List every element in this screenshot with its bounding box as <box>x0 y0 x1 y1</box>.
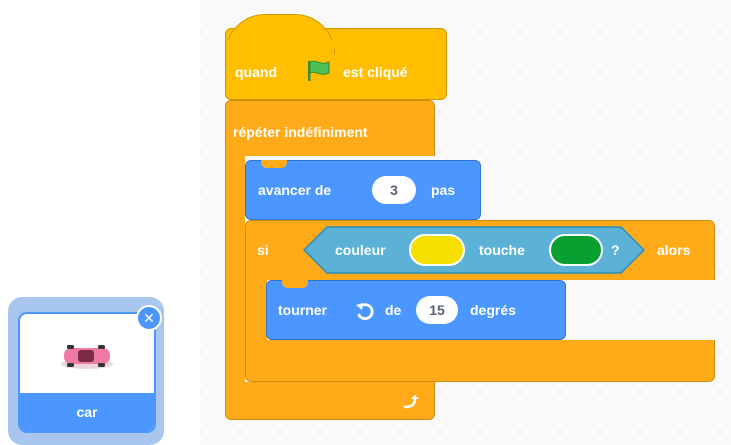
turn-degrees-input[interactable]: 15 <box>416 296 458 324</box>
sprite-name: car <box>20 393 154 431</box>
turn-left-block[interactable]: tourner de 15 degrés <box>266 280 566 340</box>
sprite-card[interactable]: car <box>18 312 156 433</box>
turn-middle: de <box>385 302 402 318</box>
when-flag-clicked-block[interactable]: quand est cliqué <box>225 14 447 100</box>
event-suffix: est cliqué <box>343 64 408 80</box>
if-suffix: alors <box>657 242 691 258</box>
sensing-suffix: ? <box>611 242 620 258</box>
sprite-tile[interactable]: car ✕ <box>8 297 164 445</box>
touching-color-block[interactable]: couleur touche ? <box>303 226 645 274</box>
sensing-middle: touche <box>479 242 525 258</box>
move-steps-block[interactable]: avancer de 3 pas <box>245 160 481 220</box>
rotate-left-icon <box>356 303 374 320</box>
move-prefix: avancer de <box>258 182 332 198</box>
move-steps-input[interactable]: 3 <box>372 176 416 204</box>
forever-label: répéter indéfiniment <box>233 124 368 140</box>
move-suffix: pas <box>431 182 456 198</box>
sensing-prefix: couleur <box>335 242 386 258</box>
turn-prefix: tourner <box>278 302 327 318</box>
event-prefix: quand <box>235 64 277 80</box>
close-icon[interactable]: ✕ <box>136 305 162 331</box>
turn-suffix: degrés <box>470 302 516 318</box>
car-sprite-thumbnail <box>61 345 113 369</box>
color-one-swatch[interactable] <box>409 234 465 266</box>
color-two-swatch[interactable] <box>549 234 603 266</box>
green-flag-icon <box>308 60 330 81</box>
if-prefix: si <box>257 242 269 258</box>
loop-arrow-icon <box>403 395 419 409</box>
code-area[interactable]: répéter indéfiniment quand est cliqué av… <box>200 0 731 445</box>
